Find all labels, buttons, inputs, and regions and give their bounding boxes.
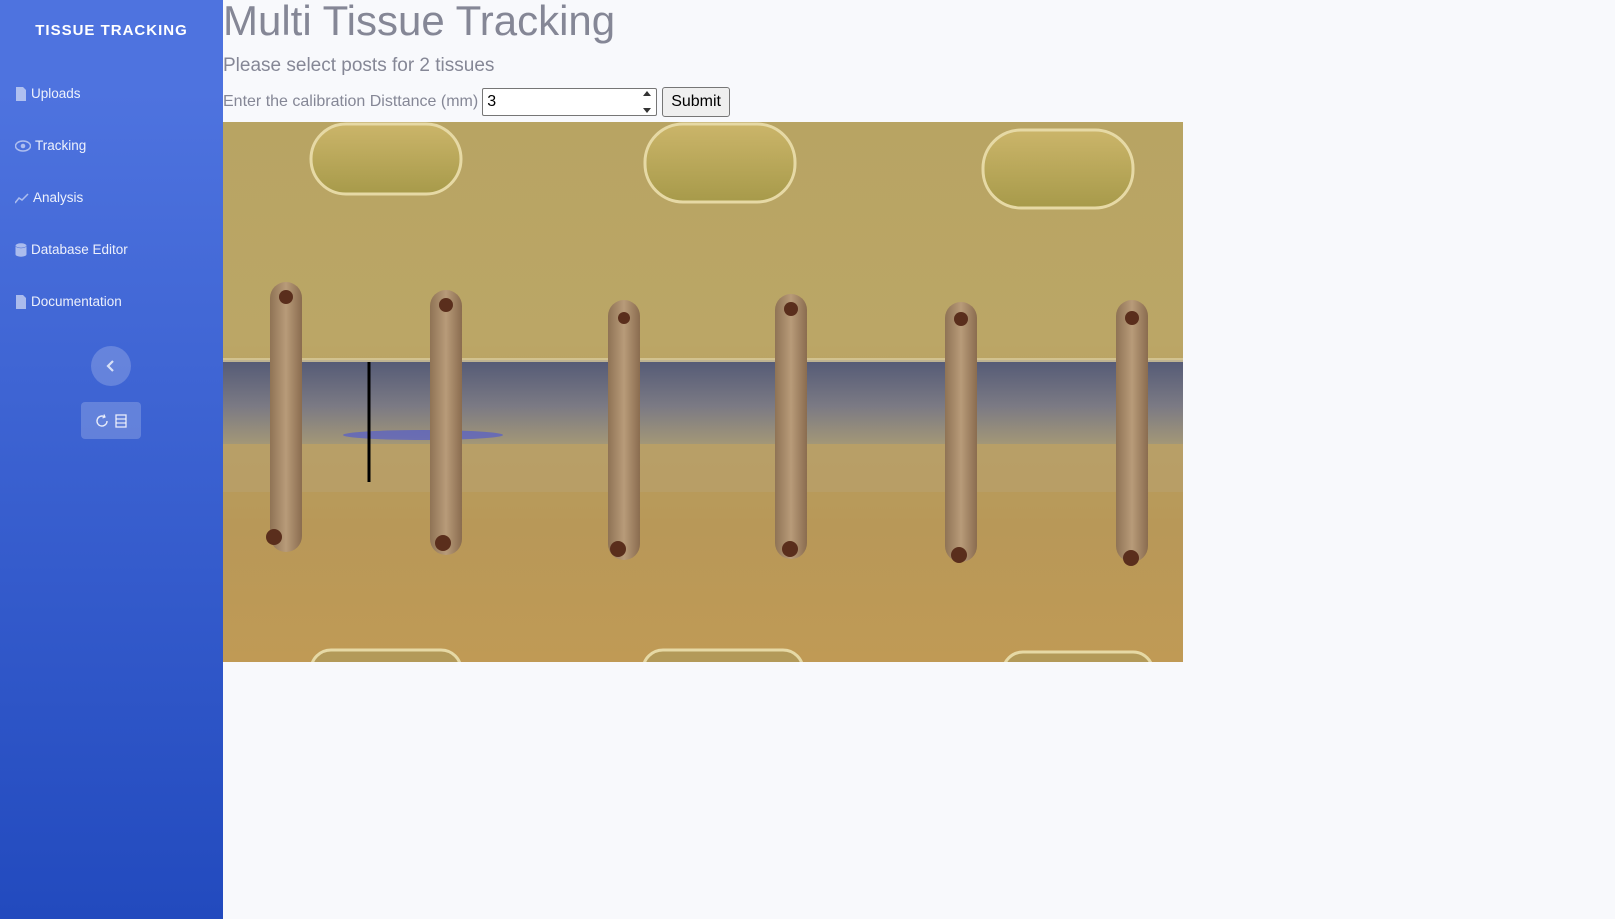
sidebar-brand[interactable]: TISSUE TRACKING	[0, 22, 223, 39]
sidebar-item-label: Documentation	[31, 294, 122, 309]
eye-icon	[15, 139, 31, 152]
file-icon	[16, 294, 26, 309]
submit-button[interactable]: Submit	[662, 87, 730, 117]
sidebar-item-uploads[interactable]: Uploads	[15, 86, 81, 101]
number-spinner[interactable]	[640, 91, 654, 113]
sidebar-item-documentation[interactable]: Documentation	[15, 294, 122, 309]
sidebar: TISSUE TRACKING Uploads Tracking Analysi…	[0, 0, 223, 919]
chevron-left-icon	[106, 360, 114, 372]
sidebar-item-label: Database Editor	[31, 242, 128, 257]
file-icon	[16, 86, 26, 101]
page-title: Multi Tissue Tracking	[223, 0, 616, 44]
chart-line-icon	[15, 192, 29, 203]
page-subtitle: Please select posts for 2 tissues	[223, 55, 495, 76]
calibration-field[interactable]	[482, 88, 658, 116]
main-content: Multi Tissue Tracking Please select post…	[223, 0, 1615, 919]
tissue-post-image[interactable]	[223, 122, 1183, 662]
sidebar-item-label: Tracking	[35, 138, 87, 153]
sidebar-item-label: Uploads	[31, 86, 81, 101]
sidebar-item-database-editor[interactable]: Database Editor	[15, 242, 128, 257]
table-icon	[115, 413, 127, 428]
database-icon	[15, 242, 27, 257]
calibration-row: Enter the calibration Disttance (mm) Sub…	[223, 87, 730, 117]
sidebar-toggle-button[interactable]	[91, 346, 131, 386]
calibration-label: Enter the calibration Disttance (mm)	[223, 93, 479, 110]
tissue-video-frame[interactable]	[223, 122, 1183, 662]
sidebar-item-analysis[interactable]: Analysis	[15, 190, 83, 205]
spin-up-icon[interactable]	[643, 91, 652, 97]
sidebar-tools-button[interactable]	[81, 402, 141, 439]
sidebar-item-label: Analysis	[33, 190, 84, 205]
refresh-icon	[96, 413, 108, 427]
spin-down-icon[interactable]	[643, 107, 652, 113]
calibration-input[interactable]	[483, 89, 642, 115]
sidebar-item-tracking[interactable]: Tracking	[15, 138, 86, 153]
